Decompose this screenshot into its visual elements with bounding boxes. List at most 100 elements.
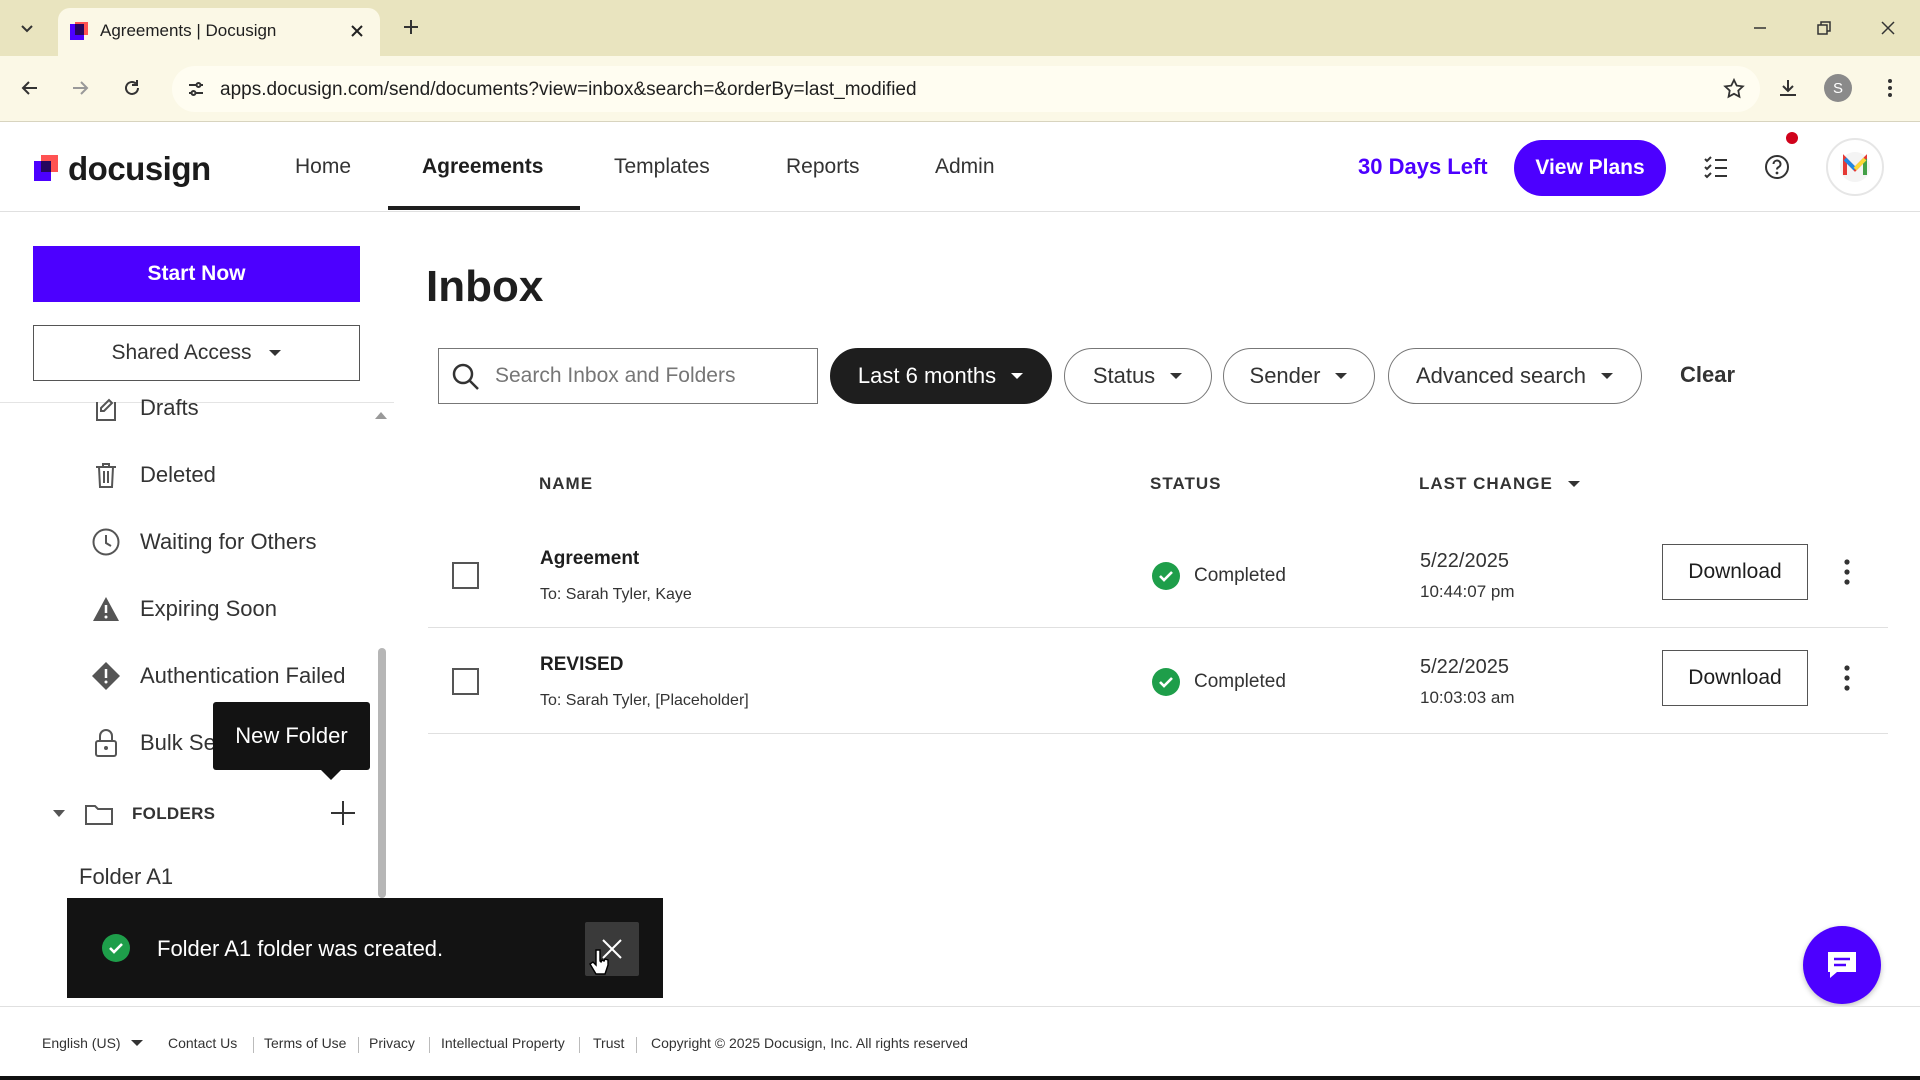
column-header-status[interactable]: STATUS	[1150, 474, 1221, 494]
user-avatar[interactable]	[1826, 138, 1884, 196]
search-input[interactable]	[495, 359, 805, 393]
footer-link-contact-us[interactable]: Contact Us	[168, 1035, 237, 1051]
bookmark-star-icon[interactable]	[1722, 77, 1746, 101]
download-icon[interactable]	[1768, 68, 1808, 108]
sidebar-item-label: Deleted	[140, 462, 216, 487]
nav-home[interactable]: Home	[295, 122, 351, 212]
shared-access-label: Shared Access	[111, 341, 252, 364]
nav-admin[interactable]: Admin	[935, 122, 995, 212]
language-selector[interactable]: English (US)	[42, 1035, 143, 1051]
address-bar[interactable]: apps.docusign.com/send/documents?view=in…	[172, 66, 1760, 112]
add-folder-plus-icon[interactable]	[326, 796, 360, 830]
footer-link-privacy[interactable]: Privacy	[369, 1035, 415, 1051]
chat-support-button[interactable]	[1803, 926, 1881, 1004]
shared-access-dropdown[interactable]: Shared Access	[33, 325, 360, 381]
sidebar-item-drafts[interactable]: Drafts	[90, 388, 199, 428]
footer-link-trust[interactable]: Trust	[593, 1035, 624, 1051]
row-checkbox[interactable]	[452, 668, 479, 695]
url-text: apps.docusign.com/send/documents?view=in…	[220, 79, 917, 100]
footer-link-intellectual-property[interactable]: Intellectual Property	[441, 1035, 565, 1051]
success-toast: Folder A1 folder was created.	[67, 898, 663, 998]
sidebar-item-deleted[interactable]: Deleted	[90, 455, 216, 495]
status-filter[interactable]: Status	[1064, 348, 1212, 404]
folders-label: FOLDERS	[132, 804, 216, 823]
minimize-icon[interactable]	[1738, 8, 1782, 48]
help-icon[interactable]	[1759, 149, 1795, 185]
page-title: Inbox	[426, 262, 544, 311]
download-button[interactable]: Download	[1662, 650, 1808, 706]
caret-down-icon	[1601, 373, 1613, 379]
clear-filters-button[interactable]: Clear	[1680, 362, 1735, 388]
nav-agreements[interactable]: Agreements	[422, 122, 543, 212]
browser-tab[interactable]: Agreements | Docusign	[58, 8, 380, 56]
row-checkbox[interactable]	[452, 562, 479, 589]
sidebar-item-label: Bulk Se	[140, 730, 216, 755]
sender-filter[interactable]: Sender	[1223, 348, 1375, 404]
browser-menu-icon[interactable]	[1870, 68, 1910, 108]
footer-separator	[358, 1037, 359, 1053]
sidebar-item-label: Drafts	[140, 395, 199, 420]
last-change-date: 5/22/2025	[1420, 550, 1509, 572]
caret-down-icon	[1011, 373, 1024, 379]
footer-link-terms[interactable]: Terms of Use	[264, 1035, 346, 1051]
envelope-name[interactable]: REVISED	[540, 654, 623, 676]
alert-diamond-icon	[90, 660, 122, 692]
date-range-filter[interactable]: Last 6 months	[830, 348, 1052, 404]
start-now-button[interactable]: Start Now	[33, 246, 360, 302]
nav-templates[interactable]: Templates	[614, 122, 710, 212]
sidebar-item-bulk-send[interactable]: Bulk Se	[90, 723, 216, 763]
lock-icon	[90, 727, 122, 759]
sidebar-item-expiring-soon[interactable]: Expiring Soon	[90, 589, 277, 629]
docusign-favicon-icon	[68, 20, 90, 42]
envelope-recipients: To: Sarah Tyler, [Placeholder]	[540, 692, 749, 709]
tasks-checklist-icon[interactable]	[1698, 149, 1734, 185]
advanced-search-label: Advanced search	[1416, 363, 1586, 388]
restore-icon[interactable]	[1802, 8, 1846, 48]
sidebar-scrollbar[interactable]	[378, 648, 386, 898]
profile-avatar[interactable]: S	[1818, 68, 1858, 108]
download-button[interactable]: Download	[1662, 544, 1808, 600]
trial-days-left[interactable]: 30 Days Left	[1358, 154, 1488, 180]
forward-arrow-icon[interactable]	[60, 68, 100, 108]
caret-down-icon	[1170, 373, 1183, 379]
docusign-logo-icon	[34, 155, 58, 181]
folder-item[interactable]: Folder A1	[79, 864, 173, 890]
sidebar-item-label: Expiring Soon	[140, 596, 277, 621]
view-plans-button[interactable]: View Plans	[1514, 140, 1666, 196]
envelope-name[interactable]: Agreement	[540, 548, 639, 570]
sidebar-item-authentication-failed[interactable]: Authentication Failed	[90, 656, 345, 696]
folder-icon	[85, 805, 113, 825]
back-arrow-icon[interactable]	[10, 68, 50, 108]
envelope-status: Completed	[1152, 562, 1286, 590]
nav-reports[interactable]: Reports	[786, 122, 860, 212]
trash-icon	[90, 459, 122, 491]
column-header-last-change[interactable]: LAST CHANGE	[1419, 474, 1581, 494]
advanced-search-filter[interactable]: Advanced search	[1388, 348, 1642, 404]
more-options-icon[interactable]	[1832, 658, 1862, 698]
tab-search-button[interactable]	[8, 10, 46, 46]
site-info-icon[interactable]	[180, 73, 212, 105]
caret-down-icon	[1335, 373, 1348, 379]
folders-section-header[interactable]: FOLDERS	[52, 798, 215, 830]
sort-descending-icon	[1567, 481, 1580, 487]
table-row[interactable]: Agreement To: Sarah Tyler, Kaye Complete…	[428, 522, 1888, 628]
caret-down-icon	[130, 1040, 143, 1046]
docusign-logo[interactable]: docusign	[34, 150, 211, 188]
footer-copyright: Copyright © 2025 Docusign, Inc. All righ…	[651, 1035, 968, 1051]
table-row[interactable]: REVISED To: Sarah Tyler, [Placeholder] C…	[428, 628, 1888, 734]
caret-down-icon	[268, 350, 281, 356]
tab-close-icon[interactable]	[344, 18, 370, 44]
sidebar-item-waiting-for-others[interactable]: Waiting for Others	[90, 522, 316, 562]
account-logo-icon	[1840, 152, 1870, 182]
check-circle-icon	[102, 934, 130, 962]
chat-bubble-icon	[1828, 952, 1856, 978]
window-close-icon[interactable]	[1866, 8, 1910, 48]
notification-dot	[1786, 132, 1798, 144]
scroll-up-arrow-icon[interactable]	[374, 410, 388, 420]
search-field[interactable]	[438, 348, 818, 404]
date-range-label: Last 6 months	[857, 363, 997, 388]
new-tab-plus-icon[interactable]	[396, 12, 426, 42]
more-options-icon[interactable]	[1832, 552, 1862, 592]
reload-icon[interactable]	[112, 68, 152, 108]
column-header-name[interactable]: NAME	[539, 474, 593, 494]
